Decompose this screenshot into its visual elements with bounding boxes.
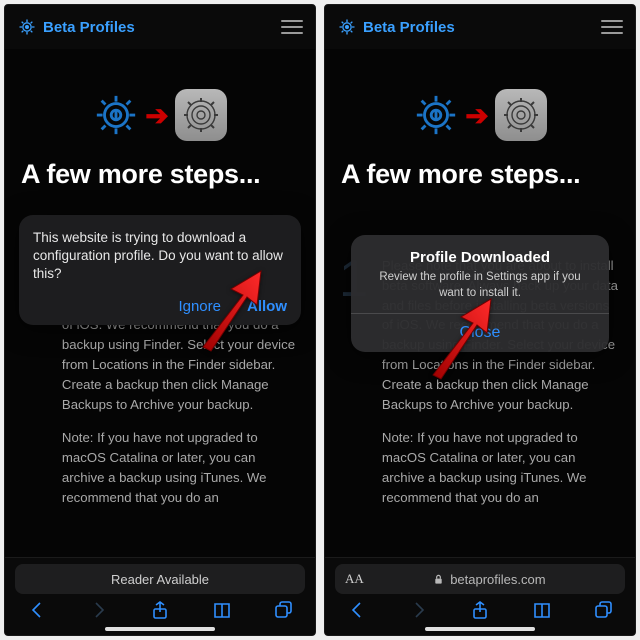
tabs-button[interactable] <box>273 600 293 625</box>
safari-chrome: Reader Available <box>5 557 315 635</box>
gear-wrench-icon <box>337 17 357 37</box>
page-title: A few more steps... <box>341 159 621 190</box>
menu-icon[interactable] <box>601 20 623 34</box>
safari-toolbar <box>5 594 315 625</box>
ignore-button[interactable]: Ignore <box>178 298 221 315</box>
dialog-title: Profile Downloaded <box>367 249 593 266</box>
bookmarks-button[interactable] <box>212 600 232 625</box>
arrow-right-icon: ➔ <box>465 99 488 132</box>
page-title: A few more steps... <box>21 159 301 190</box>
close-button[interactable]: Close <box>351 313 609 352</box>
reader-label: Reader Available <box>111 572 209 587</box>
forward-button <box>89 600 109 625</box>
home-indicator <box>105 627 215 631</box>
ios-settings-icon <box>495 89 547 141</box>
back-button[interactable] <box>27 600 47 625</box>
step-note: Note: If you have not upgraded to macOS … <box>382 428 621 507</box>
brand[interactable]: Beta Profiles <box>337 17 455 37</box>
menu-icon[interactable] <box>281 20 303 34</box>
address-bar[interactable]: Reader Available <box>15 564 305 594</box>
brand-name: Beta Profiles <box>43 19 135 36</box>
share-button[interactable] <box>470 600 490 625</box>
safari-toolbar <box>325 594 635 625</box>
text-size-button[interactable]: AA <box>345 571 364 587</box>
hero-graphic: ➔ <box>339 89 621 141</box>
profile-downloaded-dialog: Profile Downloaded Review the profile in… <box>351 235 609 352</box>
screenshot-left: Beta Profiles ➔ A few more steps... 1 Pl… <box>4 4 316 636</box>
tabs-button[interactable] <box>593 600 613 625</box>
arrow-right-icon: ➔ <box>145 99 168 132</box>
safari-chrome: AA betaprofiles.com <box>325 557 635 635</box>
share-button[interactable] <box>150 600 170 625</box>
allow-button[interactable]: Allow <box>247 298 287 315</box>
profiles-gear-icon <box>413 92 459 138</box>
back-button[interactable] <box>347 600 367 625</box>
forward-button <box>409 600 429 625</box>
profiles-gear-icon <box>93 92 139 138</box>
step-note: Note: If you have not upgraded to macOS … <box>62 428 301 507</box>
gear-wrench-icon <box>17 17 37 37</box>
ios-settings-icon <box>175 89 227 141</box>
bookmarks-button[interactable] <box>532 600 552 625</box>
download-permission-dialog: This website is trying to download a con… <box>19 215 301 325</box>
brand[interactable]: Beta Profiles <box>17 17 135 37</box>
site-header: Beta Profiles <box>325 5 635 49</box>
hero-graphic: ➔ <box>19 89 301 141</box>
address-host: betaprofiles.com <box>433 572 545 587</box>
site-header: Beta Profiles <box>5 5 315 49</box>
brand-name: Beta Profiles <box>363 19 455 36</box>
host-text: betaprofiles.com <box>450 572 545 587</box>
dialog-message: This website is trying to download a con… <box>33 229 287 284</box>
home-indicator <box>425 627 535 631</box>
screenshot-right: Beta Profiles ➔ A few more steps... 1 Pl… <box>324 4 636 636</box>
lock-icon <box>433 574 444 585</box>
address-bar[interactable]: AA betaprofiles.com <box>335 564 625 594</box>
dialog-subtitle: Review the profile in Settings app if yo… <box>367 270 593 301</box>
